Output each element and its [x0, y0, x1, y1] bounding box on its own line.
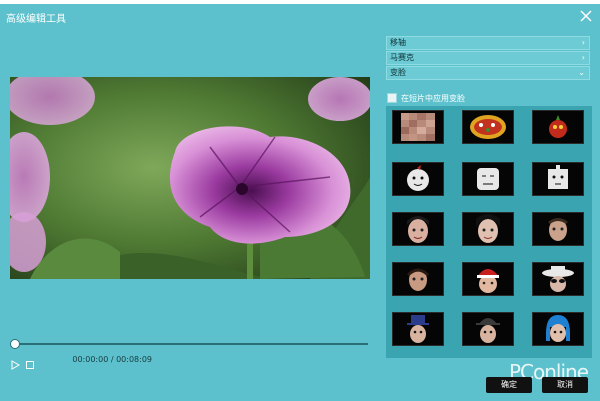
- sunglasses-hat-effect[interactable]: [532, 262, 584, 296]
- face-swap-4-thumbnail: [406, 268, 430, 291]
- editor-window: 高级编辑工具 00:00:00 / 00:08:09 移轴 › 马赛克 › 变脸…: [0, 4, 600, 401]
- section-mosaic[interactable]: 马赛克 ›: [386, 51, 590, 65]
- cartoon-mask-effect[interactable]: [532, 110, 584, 144]
- bowler-hat-thumbnail: [476, 318, 500, 343]
- effects-panel: 移轴 › 马赛克 › 变脸 ⌄ 在短片中应用变脸: [386, 36, 592, 358]
- section-label: 马赛克: [390, 53, 414, 62]
- section-label: 移轴: [390, 38, 406, 47]
- face-swap-2-effect[interactable]: [462, 212, 514, 246]
- timeline-scrubber[interactable]: [10, 339, 20, 349]
- mosaic-face-thumbnail: [401, 113, 435, 141]
- flower-video-frame: [10, 77, 370, 279]
- face-swap-3-thumbnail: [548, 218, 568, 241]
- timeline-track[interactable]: [14, 343, 368, 345]
- round-face-thumbnail: [407, 165, 429, 191]
- mosaic-face-effect[interactable]: [392, 110, 444, 144]
- ok-button[interactable]: 确定: [486, 377, 532, 393]
- video-preview[interactable]: [10, 77, 370, 279]
- section-tilt-shift[interactable]: 移轴 ›: [386, 36, 590, 50]
- section-face-change[interactable]: 变脸 ⌄: [386, 66, 590, 80]
- face-swap-1-effect[interactable]: [392, 212, 444, 246]
- cartoon-mask-thumbnail: [549, 115, 567, 138]
- top-hat-effect[interactable]: [392, 312, 444, 346]
- face-swap-3-effect[interactable]: [532, 212, 584, 246]
- face-swap-4-effect[interactable]: [392, 262, 444, 296]
- apply-to-clip-row: 在短片中应用变脸: [386, 92, 592, 104]
- cancel-button[interactable]: 取消: [542, 377, 588, 393]
- food-sticker-thumbnail: [470, 115, 506, 139]
- title-bar: 高级编辑工具: [0, 4, 600, 28]
- box-face-effect[interactable]: [532, 162, 584, 196]
- chevron-down-icon: ⌄: [578, 68, 585, 77]
- top-hat-thumbnail: [407, 315, 429, 343]
- chevron-right-icon: ›: [581, 38, 585, 47]
- close-icon: [580, 10, 592, 22]
- sunglasses-hat-thumbnail: [542, 266, 574, 292]
- section-label: 变脸: [390, 68, 406, 77]
- square-face-effect[interactable]: [462, 162, 514, 196]
- face-swap-1-thumbnail: [407, 216, 429, 243]
- preview-panel: 00:00:00 / 00:08:09: [0, 28, 380, 370]
- square-face-thumbnail: [477, 168, 499, 190]
- dialog-footer: PConline 确定 取消: [0, 360, 600, 401]
- round-face-effect[interactable]: [392, 162, 444, 196]
- face-effects-grid: [386, 106, 592, 358]
- santa-hat-thumbnail: [477, 269, 499, 293]
- window-title: 高级编辑工具: [6, 14, 66, 25]
- food-sticker-effect[interactable]: [462, 110, 514, 144]
- chevron-right-icon: ›: [581, 53, 585, 62]
- santa-hat-effect[interactable]: [462, 262, 514, 296]
- face-swap-2-thumbnail: [476, 214, 500, 243]
- bowler-hat-effect[interactable]: [462, 312, 514, 346]
- box-face-thumbnail: [548, 165, 568, 189]
- blue-hair-effect[interactable]: [532, 312, 584, 346]
- apply-to-clip-checkbox[interactable]: [387, 93, 397, 103]
- close-button[interactable]: [576, 6, 596, 26]
- apply-to-clip-label: 在短片中应用变脸: [401, 94, 465, 103]
- blue-hair-thumbnail: [546, 315, 570, 342]
